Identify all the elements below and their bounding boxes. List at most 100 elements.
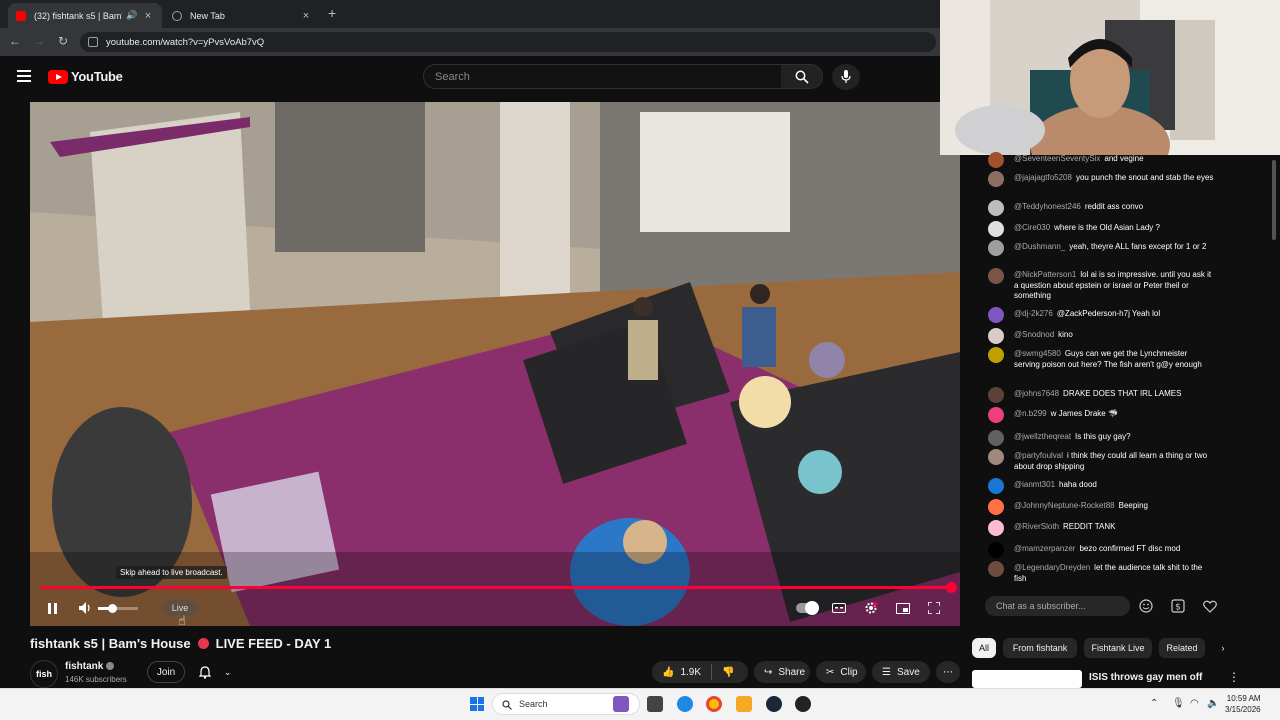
tab-new-tab[interactable]: New Tab ×	[164, 3, 320, 28]
subtitles-button[interactable]	[830, 600, 848, 616]
miniplayer-button[interactable]	[894, 600, 912, 616]
edge-browser-icon[interactable]	[677, 696, 693, 712]
chat-avatar[interactable]	[988, 542, 1004, 558]
chat-input[interactable]: Chat as a subscriber...	[985, 596, 1130, 616]
chat-avatar[interactable]	[988, 240, 1004, 256]
chips-next-button[interactable]: ›	[1212, 638, 1234, 658]
chat-avatar[interactable]	[988, 478, 1004, 494]
like-count[interactable]: 1.9K	[680, 667, 701, 678]
tray-overflow-icon[interactable]: ⌃	[1150, 698, 1158, 709]
chat-avatar[interactable]	[988, 347, 1004, 363]
chat-username[interactable]: @RiverSloth	[1014, 522, 1059, 531]
search-input[interactable]: Search	[423, 64, 782, 89]
pause-button[interactable]	[44, 600, 60, 616]
fullscreen-button[interactable]	[925, 600, 943, 616]
join-button[interactable]: Join	[147, 661, 185, 683]
chat-username[interactable]: @jajajagtfo5208	[1014, 173, 1072, 182]
microphone-tray-icon[interactable]: 🎙	[1172, 698, 1185, 709]
site-info-icon[interactable]	[88, 37, 98, 47]
chat-avatar[interactable]	[988, 407, 1004, 423]
emoji-button[interactable]	[1138, 598, 1154, 614]
task-view-icon[interactable]	[647, 696, 663, 712]
steam-icon[interactable]	[766, 696, 782, 712]
close-tab-icon[interactable]: ×	[300, 10, 312, 22]
obs-icon[interactable]	[795, 696, 811, 712]
url-field[interactable]: youtube.com/watch?v=yPvsVoAb7vQ	[80, 32, 936, 52]
speaker-icon[interactable]: 🔊	[126, 10, 138, 21]
copilot-icon[interactable]	[613, 696, 629, 712]
chat-avatar[interactable]	[988, 171, 1004, 187]
reload-icon[interactable]: ↻	[55, 34, 71, 48]
volume-slider[interactable]	[98, 604, 138, 613]
kebab-menu-icon[interactable]: ⋮	[1228, 670, 1240, 684]
chat-avatar[interactable]	[988, 268, 1004, 284]
chat-username[interactable]: @SeventeenSeventySix	[1014, 154, 1100, 163]
related-video-title[interactable]: ISIS throws gay men off	[1089, 672, 1202, 683]
chat-avatar[interactable]	[988, 152, 1004, 168]
chat-username[interactable]: @mamzerpanzer	[1014, 544, 1075, 553]
volume-knob[interactable]	[108, 604, 117, 613]
chat-username[interactable]: @Teddyhonest246	[1014, 202, 1081, 211]
hamburger-menu-icon[interactable]	[17, 70, 31, 82]
clip-button[interactable]: ✂ Clip	[816, 661, 866, 683]
save-button[interactable]: ☰ Save	[872, 661, 930, 683]
thumbs-down-icon[interactable]: 👎	[722, 667, 734, 678]
chat-username[interactable]: @Snodnod	[1014, 330, 1054, 339]
chat-username[interactable]: @ianmt301	[1014, 480, 1055, 489]
back-arrow-icon[interactable]: ←	[7, 34, 23, 48]
chat-username[interactable]: @LegendaryDreyden	[1014, 563, 1090, 572]
volume-tray-icon[interactable]: 🔈	[1207, 698, 1219, 709]
chat-avatar[interactable]	[988, 520, 1004, 536]
channel-name[interactable]: fishtank	[65, 661, 115, 672]
share-button[interactable]: ↪ Share	[754, 661, 810, 683]
wifi-icon[interactable]: ◠	[1190, 698, 1199, 709]
windows-start-icon[interactable]	[470, 697, 484, 711]
super-chat-button[interactable]: $	[1170, 598, 1186, 614]
chat-username[interactable]: @Dushmann_	[1014, 242, 1065, 251]
search-button[interactable]	[781, 64, 823, 89]
chip-fishtank-live[interactable]: Fishtank Live	[1084, 638, 1152, 658]
heart-reaction-button[interactable]	[1202, 598, 1218, 614]
chat-username[interactable]: @swmg4580	[1014, 349, 1061, 358]
chip-related[interactable]: Related	[1159, 638, 1205, 658]
chat-username[interactable]: @NickPatterson1	[1014, 270, 1076, 279]
volume-button[interactable]	[78, 600, 94, 616]
scrubber-handle[interactable]	[946, 582, 957, 593]
chat-username[interactable]: @jwellztheqreat	[1014, 432, 1071, 441]
chat-scrollbar[interactable]	[1272, 160, 1276, 240]
chat-username[interactable]: @n.b299	[1014, 409, 1047, 418]
video-player[interactable]	[30, 102, 960, 626]
chat-avatar[interactable]	[988, 499, 1004, 515]
file-explorer-icon[interactable]	[736, 696, 752, 712]
related-video-thumbnail[interactable]	[972, 670, 1082, 688]
thumbs-up-icon[interactable]: 👍	[662, 667, 674, 678]
channel-avatar[interactable]: fish	[30, 660, 58, 688]
taskbar-clock[interactable]: 10:59 AM 3/15/2026	[1225, 693, 1261, 715]
progress-bar[interactable]	[40, 582, 957, 593]
chat-avatar[interactable]	[988, 200, 1004, 216]
chat-username[interactable]: @johns7648	[1014, 389, 1059, 398]
close-tab-icon[interactable]: ×	[142, 10, 154, 22]
notification-bell-button[interactable]: ⌄	[192, 661, 238, 683]
chat-avatar[interactable]	[988, 449, 1004, 465]
chat-username[interactable]: @Cire030	[1014, 223, 1050, 232]
chip-from-fishtank[interactable]: From fishtank	[1003, 638, 1077, 658]
forward-arrow-icon[interactable]: →	[31, 34, 47, 48]
more-actions-button[interactable]: ⋯	[936, 661, 960, 683]
chip-all[interactable]: All	[972, 638, 996, 658]
chat-username[interactable]: @partyfoulval	[1014, 451, 1063, 460]
chat-username[interactable]: @dj-2k276	[1014, 309, 1053, 318]
chat-avatar[interactable]	[988, 307, 1004, 323]
youtube-logo[interactable]: YouTube	[48, 69, 123, 84]
chat-avatar[interactable]	[988, 221, 1004, 237]
chat-avatar[interactable]	[988, 328, 1004, 344]
settings-button[interactable]	[862, 600, 880, 616]
chrome-icon[interactable]	[706, 696, 722, 712]
chat-avatar[interactable]	[988, 387, 1004, 403]
tab-fishtank[interactable]: (32) fishtank s5 | Bam's House 🔊 ×	[8, 3, 162, 28]
voice-search-button[interactable]	[832, 64, 860, 90]
chat-username[interactable]: @JohnnyNeptune-Rocket88	[1014, 501, 1115, 510]
chat-avatar[interactable]	[988, 561, 1004, 577]
new-tab-button[interactable]: +	[328, 5, 342, 21]
autoplay-toggle[interactable]	[796, 601, 819, 615]
